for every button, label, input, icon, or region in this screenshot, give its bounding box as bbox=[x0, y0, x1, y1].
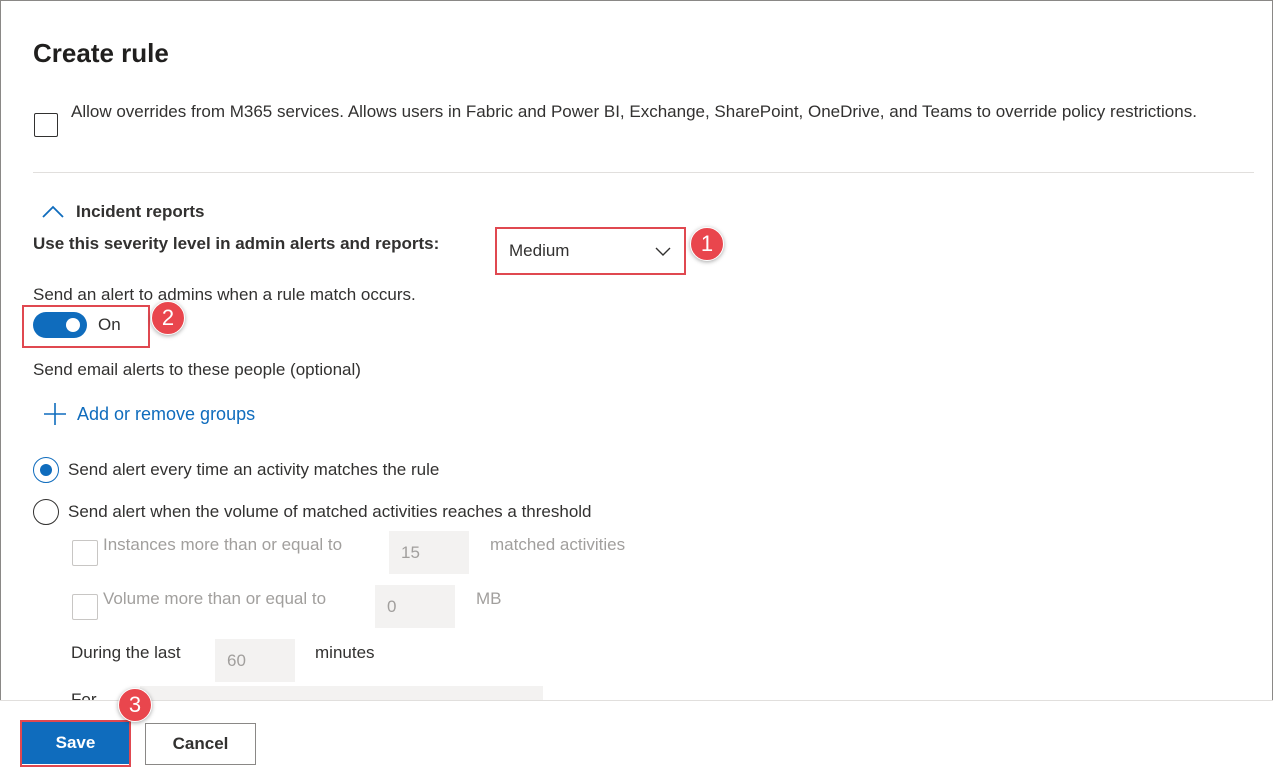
volume-input[interactable]: 0 bbox=[375, 585, 455, 628]
allow-overrides-label: Allow overrides from M365 services. Allo… bbox=[71, 102, 1197, 121]
annotation-badge-3: 3 bbox=[118, 688, 152, 722]
toggle-state-label: On bbox=[98, 315, 121, 334]
add-remove-groups-label: Add or remove groups bbox=[77, 403, 256, 424]
radio-dot bbox=[40, 464, 52, 476]
add-remove-groups-link[interactable]: Add or remove groups bbox=[42, 401, 255, 427]
volume-label: Volume more than or equal to bbox=[103, 589, 327, 608]
instances-suffix: matched activities bbox=[490, 535, 626, 554]
severity-dropdown[interactable]: Medium bbox=[499, 231, 683, 271]
instances-checkbox[interactable] bbox=[72, 540, 98, 566]
radio-every-time-label: Send alert every time an activity matche… bbox=[68, 460, 440, 479]
email-alerts-label: Send email alerts to these people (optio… bbox=[33, 360, 361, 379]
section-divider bbox=[33, 172, 1254, 173]
allow-overrides-checkbox[interactable] bbox=[34, 113, 58, 137]
chevron-down-icon bbox=[655, 247, 671, 256]
severity-selected-value: Medium bbox=[509, 241, 570, 260]
page-title: Create rule bbox=[33, 38, 169, 68]
severity-label: Use this severity level in admin alerts … bbox=[33, 234, 440, 253]
footer-divider bbox=[0, 700, 1273, 701]
radio-every-time[interactable] bbox=[33, 457, 59, 483]
admin-alert-toggle[interactable] bbox=[33, 312, 87, 338]
during-input[interactable]: 60 bbox=[215, 639, 295, 682]
incident-reports-label: Incident reports bbox=[76, 202, 205, 221]
radio-threshold[interactable] bbox=[33, 499, 59, 525]
annotation-badge-1: 1 bbox=[690, 227, 724, 261]
incident-reports-toggle[interactable]: Incident reports bbox=[40, 198, 204, 225]
during-label: During the last bbox=[71, 643, 181, 662]
save-button[interactable]: Save bbox=[22, 722, 129, 764]
cancel-button[interactable]: Cancel bbox=[145, 723, 256, 765]
volume-suffix: MB bbox=[476, 589, 502, 608]
chevron-up-icon bbox=[42, 205, 64, 218]
plus-icon bbox=[44, 403, 66, 425]
instances-input[interactable]: 15 bbox=[389, 531, 469, 574]
radio-threshold-label: Send alert when the volume of matched ac… bbox=[68, 502, 592, 521]
during-suffix: minutes bbox=[315, 643, 375, 662]
volume-checkbox[interactable] bbox=[72, 594, 98, 620]
instances-label: Instances more than or equal to bbox=[103, 535, 343, 554]
admin-alert-label: Send an alert to admins when a rule matc… bbox=[33, 285, 416, 304]
toggle-knob bbox=[66, 318, 80, 332]
annotation-badge-2: 2 bbox=[151, 301, 185, 335]
